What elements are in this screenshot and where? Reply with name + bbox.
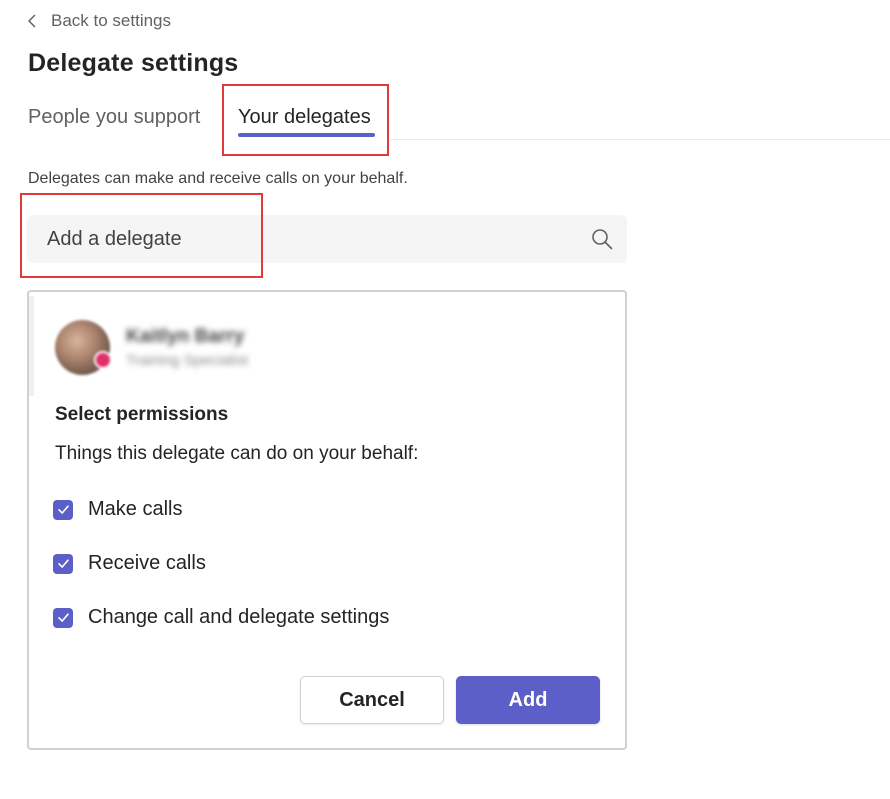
presence-busy-icon <box>94 351 112 369</box>
checkbox-checked-icon[interactable] <box>53 553 73 574</box>
permissions-description: Things this delegate can do on your beha… <box>55 443 419 464</box>
back-to-settings-link[interactable]: Back to settings <box>27 10 171 32</box>
back-label: Back to settings <box>51 11 172 30</box>
delegate-permissions-card: Kaitlyn Barry Training Specialist Select… <box>27 290 627 750</box>
chevron-left-icon <box>28 14 36 28</box>
permissions-title: Select permissions <box>55 404 229 425</box>
checkbox-checked-icon[interactable] <box>53 607 73 628</box>
permission-receive-calls[interactable]: Receive calls <box>53 552 206 575</box>
permission-change-settings[interactable]: Change call and delegate settings <box>53 606 389 629</box>
page-title: Delegate settings <box>28 49 239 77</box>
avatar <box>55 320 112 375</box>
card-accent-bar <box>29 296 34 396</box>
highlight-box-search <box>20 193 263 278</box>
add-button[interactable]: Add <box>456 676 600 724</box>
permission-label: Receive calls <box>88 552 206 574</box>
permission-label: Change call and delegate settings <box>88 606 390 628</box>
highlight-box-tab <box>222 84 389 156</box>
cancel-button[interactable]: Cancel <box>300 676 444 724</box>
tab-people-you-support[interactable]: People you support <box>28 106 200 129</box>
checkbox-checked-icon[interactable] <box>53 499 73 520</box>
delegate-person: Kaitlyn Barry Training Specialist <box>55 320 248 375</box>
search-icon[interactable] <box>591 228 613 250</box>
permission-make-calls[interactable]: Make calls <box>53 498 182 521</box>
delegate-name: Kaitlyn Barry <box>126 326 245 347</box>
tab-divider <box>390 139 890 140</box>
permission-label: Make calls <box>88 498 183 520</box>
delegate-role: Training Specialist <box>126 352 248 369</box>
delegates-description: Delegates can make and receive calls on … <box>28 170 408 187</box>
